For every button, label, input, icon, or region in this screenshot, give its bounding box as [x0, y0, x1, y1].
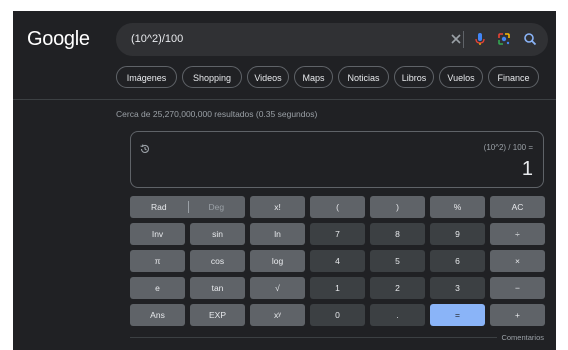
chip-shopping[interactable]: Shopping	[182, 66, 242, 88]
result-stats: Cerca de 25,270,000,000 resultados (0.35…	[116, 109, 318, 119]
key-sqrt[interactable]: √	[250, 277, 305, 299]
lens-icon[interactable]	[496, 31, 512, 47]
google-logo[interactable]: Google	[27, 28, 90, 51]
key-sin[interactable]: sin	[190, 223, 245, 245]
calculator-footer-divider	[130, 337, 544, 338]
chip-finance[interactable]: Finance	[488, 66, 539, 88]
calculator-expression: (10^2) / 100 =	[483, 143, 533, 152]
key-decimal[interactable]: .	[370, 304, 425, 326]
search-input[interactable]: (10^2)/100	[131, 33, 183, 45]
key-2[interactable]: 2	[370, 277, 425, 299]
key-3[interactable]: 3	[430, 277, 485, 299]
key-9[interactable]: 9	[430, 223, 485, 245]
key-0[interactable]: 0	[310, 304, 365, 326]
search-icon[interactable]	[522, 31, 538, 47]
key-inverse[interactable]: Inv	[130, 223, 185, 245]
key-equals[interactable]: =	[430, 304, 485, 326]
key-all-clear[interactable]: AC	[490, 196, 545, 218]
key-5[interactable]: 5	[370, 250, 425, 272]
header-divider	[13, 99, 556, 100]
key-6[interactable]: 6	[430, 250, 485, 272]
key-8[interactable]: 8	[370, 223, 425, 245]
calculator-display: (10^2) / 100 = 1	[130, 131, 544, 188]
key-factorial[interactable]: x!	[250, 196, 305, 218]
key-power[interactable]: xʸ	[250, 304, 305, 326]
search-bar[interactable]: (10^2)/100	[116, 23, 548, 56]
key-4[interactable]: 4	[310, 250, 365, 272]
key-multiply[interactable]: ×	[490, 250, 545, 272]
key-7[interactable]: 7	[310, 223, 365, 245]
key-ans[interactable]: Ans	[130, 304, 185, 326]
deg-label[interactable]: Deg	[188, 196, 246, 218]
chip-videos[interactable]: Videos	[247, 66, 289, 88]
calculator-result: 1	[521, 158, 533, 180]
key-cos[interactable]: cos	[190, 250, 245, 272]
rad-deg-toggle[interactable]: Rad Deg	[130, 196, 245, 218]
key-ln[interactable]: ln	[250, 223, 305, 245]
key-divide[interactable]: ÷	[490, 223, 545, 245]
key-e[interactable]: e	[130, 277, 185, 299]
microphone-icon[interactable]	[472, 31, 488, 47]
chip-vuelos[interactable]: Vuelos	[439, 66, 483, 88]
chip-libros[interactable]: Libros	[394, 66, 434, 88]
key-percent[interactable]: %	[430, 196, 485, 218]
key-add[interactable]: +	[490, 304, 545, 326]
clear-icon[interactable]	[448, 31, 464, 47]
chip-noticias[interactable]: Noticias	[338, 66, 389, 88]
key-exp[interactable]: EXP	[190, 304, 245, 326]
key-subtract[interactable]: −	[490, 277, 545, 299]
key-1[interactable]: 1	[310, 277, 365, 299]
chip-imagenes[interactable]: Imágenes	[116, 66, 177, 88]
feedback-link[interactable]: Comentarios	[497, 333, 544, 342]
calculator-keypad: Rad Deg x! ( ) % AC Inv sin ln 7 8 9 ÷ π…	[130, 196, 545, 326]
key-pi[interactable]: π	[130, 250, 185, 272]
key-log[interactable]: log	[250, 250, 305, 272]
key-close-paren[interactable]: )	[370, 196, 425, 218]
history-icon[interactable]	[139, 143, 151, 155]
chip-maps[interactable]: Maps	[294, 66, 333, 88]
key-tan[interactable]: tan	[190, 277, 245, 299]
search-results-page: Google (10^2)/100 Imágenes Shopping Vide…	[13, 11, 556, 350]
rad-label[interactable]: Rad	[130, 196, 188, 218]
key-open-paren[interactable]: (	[310, 196, 365, 218]
search-divider	[463, 31, 464, 48]
